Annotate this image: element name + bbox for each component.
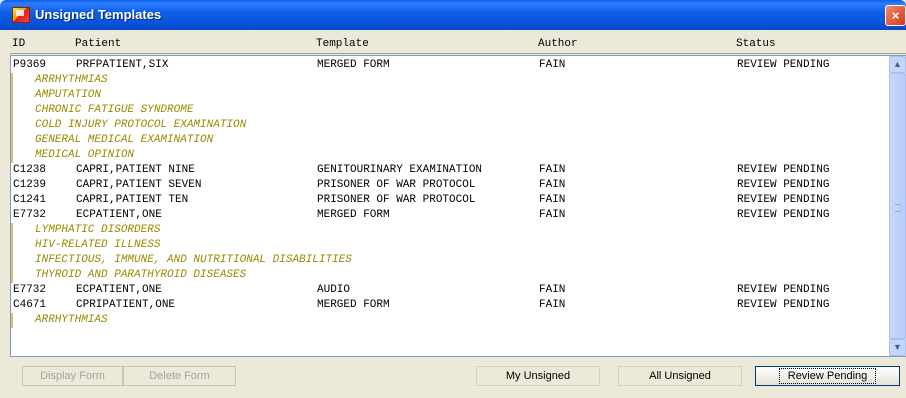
cell-status: REVIEW PENDING	[737, 299, 830, 311]
sub-item[interactable]: ARRHYTHMIAS	[11, 73, 888, 88]
cell-template: GENITOURINARY EXAMINATION	[317, 164, 483, 176]
cell-status: REVIEW PENDING	[737, 179, 830, 191]
cell-status: REVIEW PENDING	[737, 209, 830, 221]
list-header: ID Patient Template Author Status	[10, 34, 906, 54]
templates-list[interactable]: P9369 PRFPATIENT,SIX MERGED FORM FAIN REVIEW…	[10, 55, 906, 357]
sub-item[interactable]: CHRONIC FATIGUE SYNDROME	[11, 103, 888, 118]
cell-id: C4671	[13, 299, 47, 311]
cell-template: MERGED FORM	[317, 209, 390, 221]
column-header-id[interactable]: ID	[12, 38, 25, 50]
my-unsigned-button[interactable]: My Unsigned	[476, 366, 600, 386]
title-bar[interactable]: Unsigned Templates ×	[0, 0, 906, 30]
column-header-patient[interactable]: Patient	[75, 38, 121, 50]
cell-template: PRISONER OF WAR PROTOCOL	[317, 179, 476, 191]
all-unsigned-button[interactable]: All Unsigned	[618, 366, 742, 386]
column-header-template[interactable]: Template	[316, 38, 369, 50]
sub-item[interactable]: THYROID AND PARATHYROID DISEASES	[11, 268, 888, 283]
cell-id: C1238	[13, 164, 47, 176]
sub-item[interactable]: GENERAL MEDICAL EXAMINATION	[11, 133, 888, 148]
cell-id: C1241	[13, 194, 47, 206]
sub-item[interactable]: ARRHYTHMIAS	[11, 313, 888, 328]
cell-author: FAIN	[539, 284, 566, 296]
cell-status: REVIEW PENDING	[737, 194, 830, 206]
cell-template: PRISONER OF WAR PROTOCOL	[317, 194, 476, 206]
cell-patient: CPRIPATIENT,ONE	[76, 299, 176, 311]
table-row[interactable]: C4671 CPRIPATIENT,ONE MERGED FORM FAIN REVIE…	[11, 298, 888, 313]
cell-patient: CAPRI,PATIENT SEVEN	[76, 179, 202, 191]
sub-item[interactable]: INFECTIOUS, IMMUNE, AND NUTRITIONAL DISA…	[11, 253, 888, 268]
column-header-author[interactable]: Author	[538, 38, 578, 50]
review-pending-label: Review Pending	[778, 368, 877, 384]
cell-id: E7732	[13, 284, 47, 296]
sub-item[interactable]: AMPUTATION	[11, 88, 888, 103]
sub-item[interactable]: COLD INJURY PROTOCOL EXAMINATION	[11, 118, 888, 133]
delete-form-button[interactable]: Delete Form	[123, 366, 236, 386]
cell-patient: ECPATIENT,ONE	[76, 284, 162, 296]
cell-author: FAIN	[539, 299, 566, 311]
cell-patient: CAPRI,PATIENT NINE	[76, 164, 195, 176]
cell-author: FAIN	[539, 209, 566, 221]
table-row[interactable]: P9369 PRFPATIENT,SIX MERGED FORM FAIN REVIEW…	[11, 58, 888, 73]
chevron-down-icon: ▼	[893, 342, 902, 352]
cell-patient: PRFPATIENT,SIX	[76, 59, 169, 71]
close-button[interactable]: ×	[885, 5, 906, 26]
table-row[interactable]: C1241 CAPRI,PATIENT TEN PRISONER OF WAR PR…	[11, 193, 888, 208]
cell-author: FAIN	[539, 179, 566, 191]
window-title: Unsigned Templates	[35, 7, 162, 22]
cell-id: C1239	[13, 179, 47, 191]
cell-author: FAIN	[539, 59, 566, 71]
cell-status: REVIEW PENDING	[737, 164, 830, 176]
scroll-down-button[interactable]: ▼	[889, 339, 906, 356]
table-row[interactable]: C1238 CAPRI,PATIENT NINE GENITOURINARY EXA…	[11, 163, 888, 178]
sub-item[interactable]: MEDICAL OPINION	[11, 148, 888, 163]
cell-patient: ECPATIENT,ONE	[76, 209, 162, 221]
cell-patient: CAPRI,PATIENT TEN	[76, 194, 189, 206]
review-pending-button[interactable]: Review Pending	[755, 366, 900, 386]
vertical-scrollbar[interactable]: ▲ ▼	[889, 56, 906, 356]
cell-template: MERGED FORM	[317, 59, 390, 71]
cell-id: P9369	[13, 59, 47, 71]
sub-item[interactable]: LYMPHATIC DISORDERS	[11, 223, 888, 238]
table-row[interactable]: C1239 CAPRI,PATIENT SEVEN PRISONER OF WAR …	[11, 178, 888, 193]
display-form-button[interactable]: Display Form	[22, 366, 123, 386]
cell-id: E7732	[13, 209, 47, 221]
cell-template: AUDIO	[317, 284, 351, 296]
sub-item[interactable]: HIV-RELATED ILLNESS	[11, 238, 888, 253]
cell-status: REVIEW PENDING	[737, 284, 830, 296]
cell-author: FAIN	[539, 164, 566, 176]
table-row[interactable]: E7732 ECPATIENT,ONE AUDIO FAIN REVIEW PENDIN…	[11, 283, 888, 298]
column-header-status[interactable]: Status	[736, 38, 776, 50]
cell-template: MERGED FORM	[317, 299, 390, 311]
unsigned-templates-window: Unsigned Templates × ID Patient Template…	[0, 0, 906, 398]
scroll-thumb[interactable]	[889, 73, 906, 339]
list-rows: P9369 PRFPATIENT,SIX MERGED FORM FAIN REVIEW…	[11, 58, 888, 328]
chevron-up-icon: ▲	[893, 59, 902, 69]
app-icon	[12, 7, 30, 23]
grip-icon	[895, 204, 901, 212]
cell-status: REVIEW PENDING	[737, 59, 830, 71]
table-row[interactable]: E7732 ECPATIENT,ONE MERGED FORM FAIN REVIEW …	[11, 208, 888, 223]
cell-author: FAIN	[539, 194, 566, 206]
scroll-up-button[interactable]: ▲	[889, 56, 906, 73]
